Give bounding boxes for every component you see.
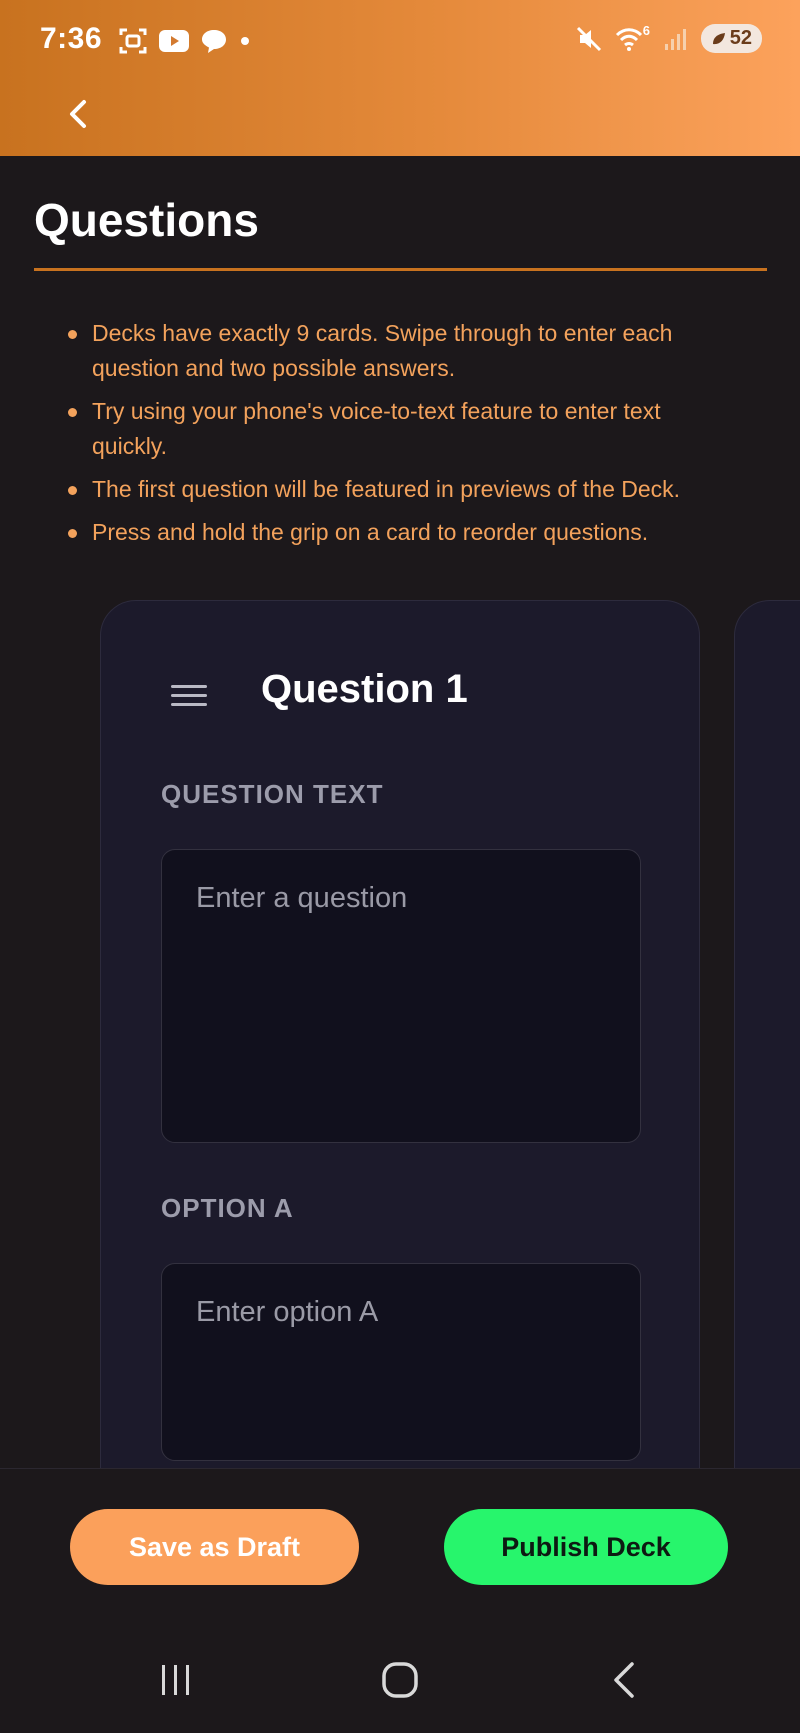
battery-saver-icon — [712, 32, 725, 44]
tips-list: Decks have exactly 9 cards. Swipe throug… — [68, 316, 718, 558]
battery-indicator: 52 — [700, 24, 762, 53]
question-input[interactable] — [162, 850, 640, 1142]
question-card[interactable]: Question 1 QUESTION TEXT OPTION A — [100, 600, 700, 1468]
grip-icon[interactable] — [171, 685, 207, 709]
wifi-icon — [615, 27, 642, 51]
tip-item: Press and hold the grip on a card to reo… — [68, 515, 718, 550]
question-carousel[interactable]: Question 1 QUESTION TEXT OPTION A — [0, 596, 800, 1468]
battery-level: 52 — [729, 27, 752, 49]
publish-deck-button[interactable]: Publish Deck — [444, 1509, 728, 1585]
option-a-label: OPTION A — [161, 1193, 294, 1223]
signal-icon — [664, 28, 686, 50]
screenshot-icon — [119, 28, 147, 54]
youtube-icon — [159, 30, 189, 52]
home-icon[interactable] — [380, 1660, 420, 1700]
title-divider — [34, 268, 767, 271]
back-icon[interactable] — [606, 1660, 642, 1700]
option-a-input-box[interactable] — [161, 1263, 641, 1461]
tip-item: The first question will be featured in p… — [68, 472, 718, 507]
page-title: Questions — [34, 194, 259, 246]
tip-item: Decks have exactly 9 cards. Swipe throug… — [68, 316, 718, 386]
wifi-indicator: 6 — [615, 22, 651, 53]
next-question-card[interactable] — [734, 600, 800, 1468]
back-button[interactable] — [58, 94, 98, 134]
tip-item: Try using your phone's voice-to-text fea… — [68, 394, 718, 464]
dot-icon — [241, 37, 249, 45]
option-a-input[interactable] — [162, 1264, 640, 1460]
question-title: Question 1 — [261, 667, 468, 711]
status-left-icons — [118, 26, 252, 56]
status-right: 6 52 — [575, 22, 762, 53]
chat-bubble-icon — [202, 30, 226, 53]
save-draft-button[interactable]: Save as Draft — [70, 1509, 359, 1585]
recent-apps-icon[interactable] — [158, 1660, 194, 1700]
network-label: 6 — [642, 22, 650, 38]
status-time: 7:36 — [40, 22, 103, 55]
mute-icon — [576, 26, 601, 51]
question-text-label: QUESTION TEXT — [161, 779, 384, 809]
question-input-box[interactable] — [161, 849, 641, 1143]
app-header: 7:36 6 52 — [0, 0, 800, 156]
